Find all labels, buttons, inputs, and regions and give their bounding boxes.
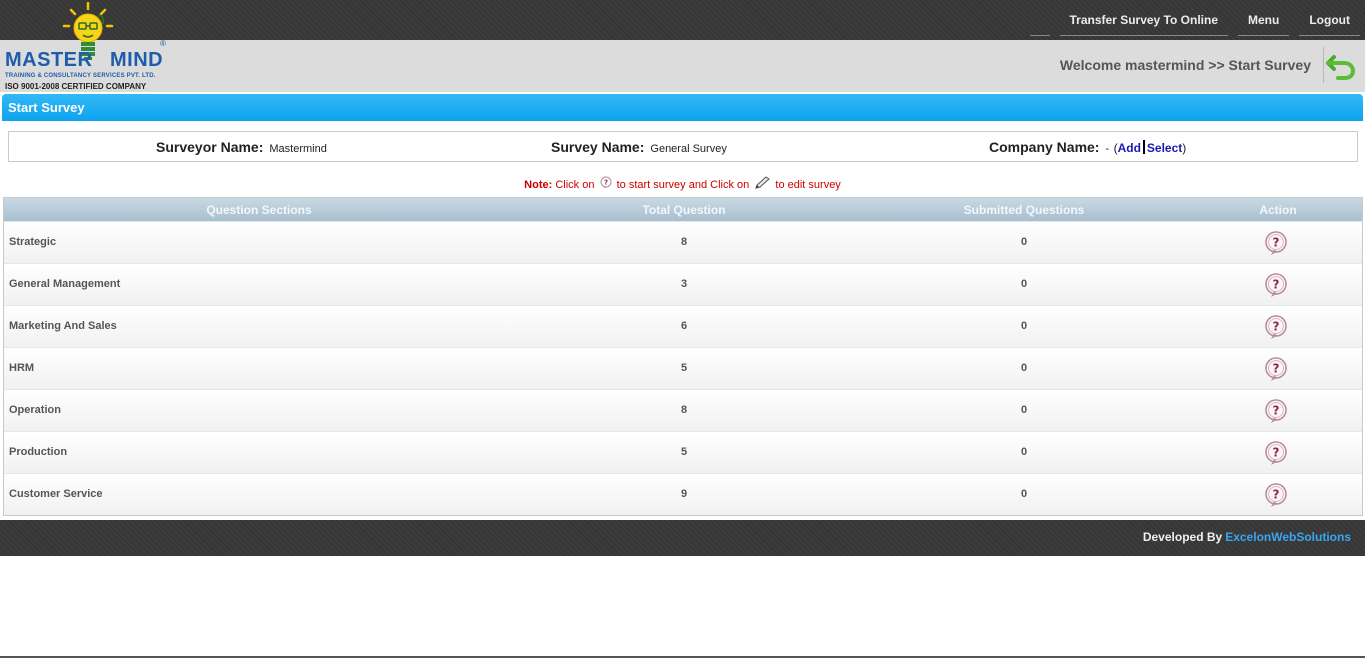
svg-text:?: ? bbox=[1273, 404, 1280, 418]
table-header: Question Sections Total Question Submitt… bbox=[4, 198, 1362, 221]
table-row: Production 5 0 ? bbox=[4, 431, 1362, 473]
close-paren: ) bbox=[1182, 141, 1187, 155]
total-question-count: 5 bbox=[680, 362, 688, 374]
svg-text:?: ? bbox=[604, 179, 608, 187]
total-question-count: 8 bbox=[680, 236, 688, 248]
survey-name-label: Survey Name: bbox=[551, 139, 645, 155]
table-row: Strategic 8 0 ? bbox=[4, 221, 1362, 263]
footer-bar: Developed By ExcelonWebSolutions bbox=[0, 520, 1365, 556]
link-divider bbox=[1142, 140, 1145, 154]
start-survey-icon[interactable]: ? bbox=[1264, 441, 1288, 465]
section-title-bar: Start Survey bbox=[2, 94, 1363, 121]
submitted-question-count: 0 bbox=[1020, 488, 1028, 500]
welcome-breadcrumb: Welcome mastermind >> Start Survey bbox=[1059, 57, 1311, 73]
top-nav: Transfer Survey To Online Menu Logout bbox=[1025, 0, 1365, 40]
section-name: Marketing And Sales bbox=[9, 320, 117, 332]
start-survey-icon[interactable]: ? bbox=[1264, 231, 1288, 255]
start-survey-icon[interactable]: ? bbox=[1264, 357, 1288, 381]
svg-text:?: ? bbox=[1273, 236, 1280, 250]
surveyor-value: Mastermind bbox=[269, 143, 327, 155]
start-survey-icon[interactable]: ? bbox=[1264, 483, 1288, 507]
table-row: General Management 3 0 ? bbox=[4, 263, 1362, 305]
logo-tagline: TRAINING & CONSULTANCY SERVICES PVT. LTD… bbox=[5, 73, 156, 79]
back-arrow-icon[interactable] bbox=[1323, 47, 1357, 83]
header-question-sections: Question Sections bbox=[206, 203, 312, 217]
svg-text:?: ? bbox=[1273, 320, 1280, 334]
company-name-label: Company Name: bbox=[989, 139, 1100, 155]
note-text-end: to edit survey bbox=[775, 179, 841, 191]
page-title: Start Survey bbox=[8, 100, 85, 115]
total-question-count: 3 bbox=[680, 278, 688, 290]
select-company-link[interactable]: Select bbox=[1147, 141, 1182, 155]
section-name: Production bbox=[9, 446, 68, 458]
submitted-question-count: 0 bbox=[1020, 362, 1028, 374]
surveyor-label: Surveyor Name: bbox=[156, 139, 264, 155]
developer-credit: Developed By ExcelonWebSolutions bbox=[1143, 530, 1351, 544]
svg-text:?: ? bbox=[1273, 488, 1280, 502]
start-survey-icon[interactable]: ? bbox=[1264, 399, 1288, 423]
section-name: Operation bbox=[9, 404, 61, 416]
table-row: Customer Service 9 0 ? bbox=[4, 473, 1362, 515]
logo-certification: ISO 9001-2008 CERTIFIED COMPANY bbox=[5, 82, 147, 91]
instruction-note: Note: Click on ? to start survey and Cli… bbox=[0, 176, 1365, 193]
survey-info-box: Surveyor Name: Mastermind Survey Name: Gen… bbox=[8, 131, 1358, 162]
header-submitted-questions: Submitted Questions bbox=[963, 203, 1085, 217]
section-name: General Management bbox=[9, 278, 121, 290]
surveyor-info: Surveyor Name: Mastermind bbox=[156, 139, 327, 157]
total-question-count: 5 bbox=[680, 446, 688, 458]
submitted-question-count: 0 bbox=[1020, 446, 1028, 458]
svg-text:?: ? bbox=[1273, 362, 1280, 376]
start-survey-icon[interactable]: ? bbox=[1264, 315, 1288, 339]
start-survey-icon[interactable]: ? bbox=[1264, 273, 1288, 297]
developed-by-label: Developed By bbox=[1142, 530, 1223, 544]
table-row: Operation 8 0 ? bbox=[4, 389, 1362, 431]
total-question-count: 9 bbox=[680, 488, 688, 500]
logout-link[interactable]: Logout bbox=[1299, 0, 1360, 36]
total-question-count: 6 bbox=[680, 320, 688, 332]
company-name-value: - bbox=[1105, 143, 1110, 155]
section-name: Strategic bbox=[9, 236, 57, 248]
header-action: Action bbox=[1259, 203, 1297, 217]
section-name: Customer Service bbox=[9, 488, 103, 500]
total-question-count: 8 bbox=[680, 404, 688, 416]
section-name: HRM bbox=[9, 362, 35, 374]
table-row: HRM 5 0 ? bbox=[4, 347, 1362, 389]
nav-separator bbox=[1029, 0, 1050, 36]
menu-link[interactable]: Menu bbox=[1238, 0, 1290, 36]
company-logo[interactable]: MASTER MIND ® TRAINING & CONSULTANCY SER… bbox=[0, 0, 172, 92]
submitted-question-count: 0 bbox=[1020, 404, 1028, 416]
pencil-icon bbox=[754, 176, 771, 193]
submitted-question-count: 0 bbox=[1020, 320, 1028, 332]
survey-info: Survey Name: General Survey bbox=[551, 139, 727, 157]
registered-mark: ® bbox=[160, 39, 166, 48]
logo-text-master: MASTER bbox=[5, 49, 93, 71]
note-text-start: Click on bbox=[555, 179, 595, 191]
top-nav-bar: Transfer Survey To Online Menu Logout bbox=[0, 0, 1365, 40]
note-text-middle: to start survey and Click on bbox=[616, 179, 750, 191]
developer-link[interactable]: ExcelonWebSolutions bbox=[1225, 530, 1351, 544]
submitted-question-count: 0 bbox=[1020, 236, 1028, 248]
header-strip: Welcome mastermind >> Start Survey bbox=[0, 40, 1365, 92]
company-info: Company Name: - (Add Select) bbox=[989, 139, 1186, 157]
survey-name-value: General Survey bbox=[650, 143, 727, 155]
svg-text:?: ? bbox=[1273, 278, 1280, 292]
survey-sections-table: Question Sections Total Question Submitt… bbox=[3, 197, 1363, 516]
transfer-survey-link[interactable]: Transfer Survey To Online bbox=[1059, 0, 1228, 36]
logo-text-mind: MIND bbox=[110, 49, 164, 71]
page-bottom-rule bbox=[0, 656, 1365, 658]
table-row: Marketing And Sales 6 0 ? bbox=[4, 305, 1362, 347]
question-bubble-icon: ? bbox=[600, 176, 612, 193]
add-company-link[interactable]: Add bbox=[1118, 141, 1141, 155]
header-total-question: Total Question bbox=[642, 203, 726, 217]
submitted-question-count: 0 bbox=[1020, 278, 1028, 290]
svg-text:?: ? bbox=[1273, 446, 1280, 460]
note-label: Note: bbox=[524, 179, 553, 191]
